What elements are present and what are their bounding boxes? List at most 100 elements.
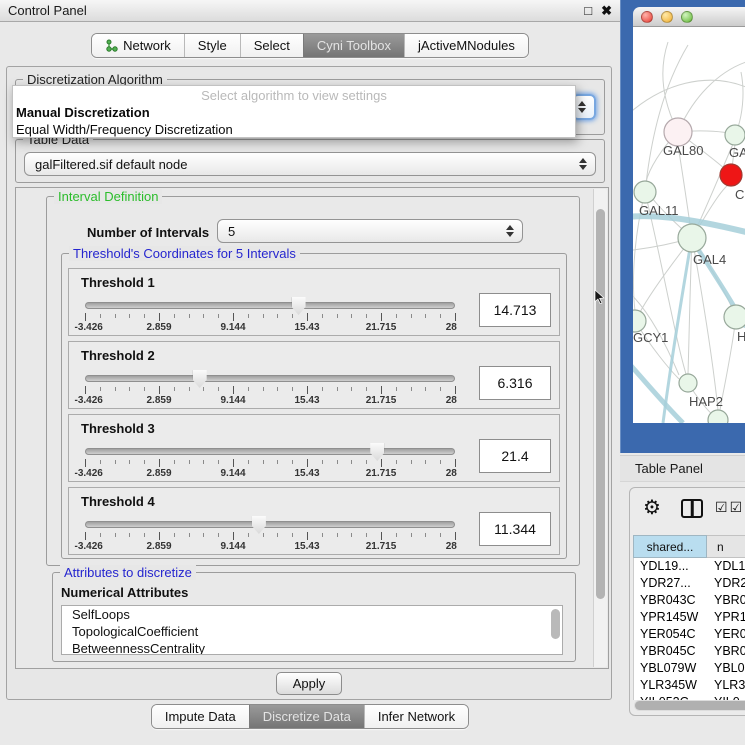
- node-gal11: [634, 181, 656, 203]
- table-row[interactable]: YBR043CYBR0: [634, 592, 745, 609]
- network-graph: GAL80 GA C GAL11 GAL4 GCY1 H HAP2: [633, 27, 745, 423]
- table-row[interactable]: YER054CYER0: [634, 626, 745, 643]
- close-icon[interactable]: ✖: [601, 3, 612, 19]
- threshold-slider-3[interactable]: -3.426 2.859 9.144 15.43 21.715 28: [85, 443, 455, 481]
- threshold-label: Threshold 3: [81, 421, 155, 436]
- numerical-attributes-list[interactable]: SelfLoops TopologicalCoefficient Between…: [61, 605, 563, 655]
- spinner-arrows-icon: [505, 225, 514, 237]
- threshold-label: Threshold 4: [81, 494, 155, 509]
- network-canvas[interactable]: GAL80 GA C GAL11 GAL4 GCY1 H HAP2: [633, 27, 745, 423]
- tab-style[interactable]: Style: [184, 34, 240, 57]
- float-icon[interactable]: □: [584, 3, 592, 18]
- tab-select[interactable]: Select: [240, 34, 303, 57]
- slider-track[interactable]: [85, 448, 455, 455]
- node-label: GAL80: [663, 143, 703, 158]
- dropdown-option-manual[interactable]: Manual Discretization: [13, 104, 575, 121]
- spinner-arrows-icon: [577, 101, 586, 113]
- table-body: YDL19...YDL1 YDR27...YDR2 YBR043CYBR0 YP…: [633, 558, 745, 700]
- slider-tick-labels: -3.426 2.859 9.144 15.43 21.715 28: [85, 468, 455, 480]
- table-panel-title: Table Panel: [620, 455, 745, 482]
- dropdown-placeholder: Select algorithm to view settings: [13, 87, 575, 104]
- panel-scrollbar[interactable]: [593, 189, 607, 667]
- slider-track[interactable]: [85, 375, 455, 382]
- tab-impute-data[interactable]: Impute Data: [152, 705, 249, 728]
- table-row[interactable]: YBR045CYBR0: [634, 643, 745, 660]
- screen: Control Panel □ ✖ Network Style Select: [0, 0, 745, 745]
- slider-tick-labels: -3.426 2.859 9.144 15.43 21.715 28: [85, 322, 455, 334]
- threshold-slider-2[interactable]: -3.426 2.859 9.144 15.43 21.715 28: [85, 370, 455, 408]
- threshold-slider-1[interactable]: -3.426 2.859 9.144 15.43 21.715 28: [85, 297, 455, 335]
- slider-track[interactable]: [85, 302, 455, 309]
- zoom-traffic-light[interactable]: [681, 11, 693, 23]
- slider-track[interactable]: [85, 521, 455, 528]
- table-horizontal-scrollbar-thumb[interactable]: [635, 701, 745, 710]
- columns-icon[interactable]: [681, 499, 703, 518]
- node-gal80: [664, 118, 692, 146]
- node-hap2: [679, 374, 697, 392]
- table-row[interactable]: YLR345WYLR3: [634, 677, 745, 694]
- network-window-titlebar[interactable]: [633, 7, 745, 27]
- node-red-selected: [720, 164, 742, 186]
- table-data-selected: galFiltered.sif default node: [35, 157, 187, 172]
- gear-icon[interactable]: ⚙: [643, 495, 661, 520]
- panel-scrollbar-thumb[interactable]: [596, 209, 605, 599]
- threshold-label: Threshold 1: [81, 275, 155, 290]
- list-item[interactable]: TopologicalCoefficient: [62, 623, 562, 640]
- slider-ticks: [85, 459, 455, 468]
- mouse-cursor: [594, 290, 606, 304]
- node-label: C: [735, 187, 744, 202]
- slider-ticks: [85, 386, 455, 395]
- table-data-select[interactable]: galFiltered.sif default node: [24, 152, 596, 176]
- table-row[interactable]: YBL079WYBL0: [634, 660, 745, 677]
- threshold-panel-1: Threshold 1 -3.426 2.859 9.144 15.43: [68, 268, 560, 336]
- group-title: Attributes to discretize: [60, 565, 196, 580]
- threshold-value-field[interactable]: 11.344: [479, 512, 551, 546]
- threshold-value-field[interactable]: 21.4: [479, 439, 551, 473]
- num-intervals-spinner[interactable]: 5: [217, 219, 523, 243]
- node-label: GA: [729, 145, 745, 160]
- table-data-group: Table Data galFiltered.sif default node: [15, 139, 605, 183]
- threshold-slider-4[interactable]: -3.426 2.859 9.144 15.43 21.715 28: [85, 516, 455, 554]
- table-row[interactable]: YDR27...YDR2: [634, 575, 745, 592]
- tab-network[interactable]: Network: [92, 34, 184, 57]
- tab-infer-network[interactable]: Infer Network: [364, 705, 468, 728]
- table-row[interactable]: YDL19...YDL1: [634, 558, 745, 575]
- table-row[interactable]: YPR145WYPR1: [634, 609, 745, 626]
- tab-jactivemnodules[interactable]: jActiveMNodules: [404, 34, 528, 57]
- slider-tick-labels: -3.426 2.859 9.144 15.43 21.715 28: [85, 541, 455, 553]
- tab-cyni-toolbox[interactable]: Cyni Toolbox: [303, 34, 404, 57]
- node-partial-right: [724, 305, 745, 329]
- numerical-attributes-label: Numerical Attributes: [61, 585, 188, 600]
- tab-discretize-data[interactable]: Discretize Data: [249, 705, 364, 728]
- panel-title: Control Panel: [8, 3, 575, 18]
- cyni-content-panel: Discretization Algorithm Select algorith…: [6, 66, 612, 700]
- node-label: HAP2: [689, 394, 723, 409]
- apply-button[interactable]: Apply: [276, 672, 342, 695]
- dropdown-option-equal-width[interactable]: Equal Width/Frequency Discretization: [13, 121, 575, 138]
- list-item[interactable]: BetweennessCentrality: [62, 640, 562, 655]
- network-window: GAL80 GA C GAL11 GAL4 GCY1 H HAP2: [620, 0, 745, 453]
- control-panel-titlebar: Control Panel □ ✖: [0, 0, 620, 22]
- control-panel: Control Panel □ ✖ Network Style Select: [0, 0, 620, 745]
- interval-definition-group: Interval Definition Number of Intervals …: [46, 196, 580, 566]
- top-tab-bar: Network Style Select Cyni Toolbox jActiv…: [0, 33, 620, 58]
- num-intervals-label: Number of Intervals: [87, 225, 209, 240]
- threshold-value-field[interactable]: 14.713: [479, 293, 551, 327]
- close-traffic-light[interactable]: [641, 11, 653, 23]
- threshold-value-field[interactable]: 6.316: [479, 366, 551, 400]
- threshold-label: Threshold 2: [81, 348, 155, 363]
- checkbox-icons[interactable]: ☑☑: [715, 499, 744, 516]
- threshold-panel-4: Threshold 4 -3.426 2.859 9.144 15.43: [68, 487, 560, 555]
- spinner-arrows-icon: [578, 158, 587, 170]
- node-label: GAL4: [693, 252, 726, 267]
- list-scrollbar[interactable]: [551, 609, 560, 639]
- column-header-shared-name[interactable]: shared...: [633, 535, 707, 558]
- column-header-name[interactable]: n: [707, 535, 745, 558]
- list-item[interactable]: SelfLoops: [62, 606, 562, 623]
- table-horizontal-scrollbar[interactable]: [634, 700, 745, 711]
- node-label: H: [737, 329, 745, 344]
- minimize-traffic-light[interactable]: [661, 11, 673, 23]
- node-bottom: [708, 410, 728, 423]
- settings-scroll-panel: Interval Definition Number of Intervals …: [15, 187, 609, 669]
- slider-ticks: [85, 313, 455, 322]
